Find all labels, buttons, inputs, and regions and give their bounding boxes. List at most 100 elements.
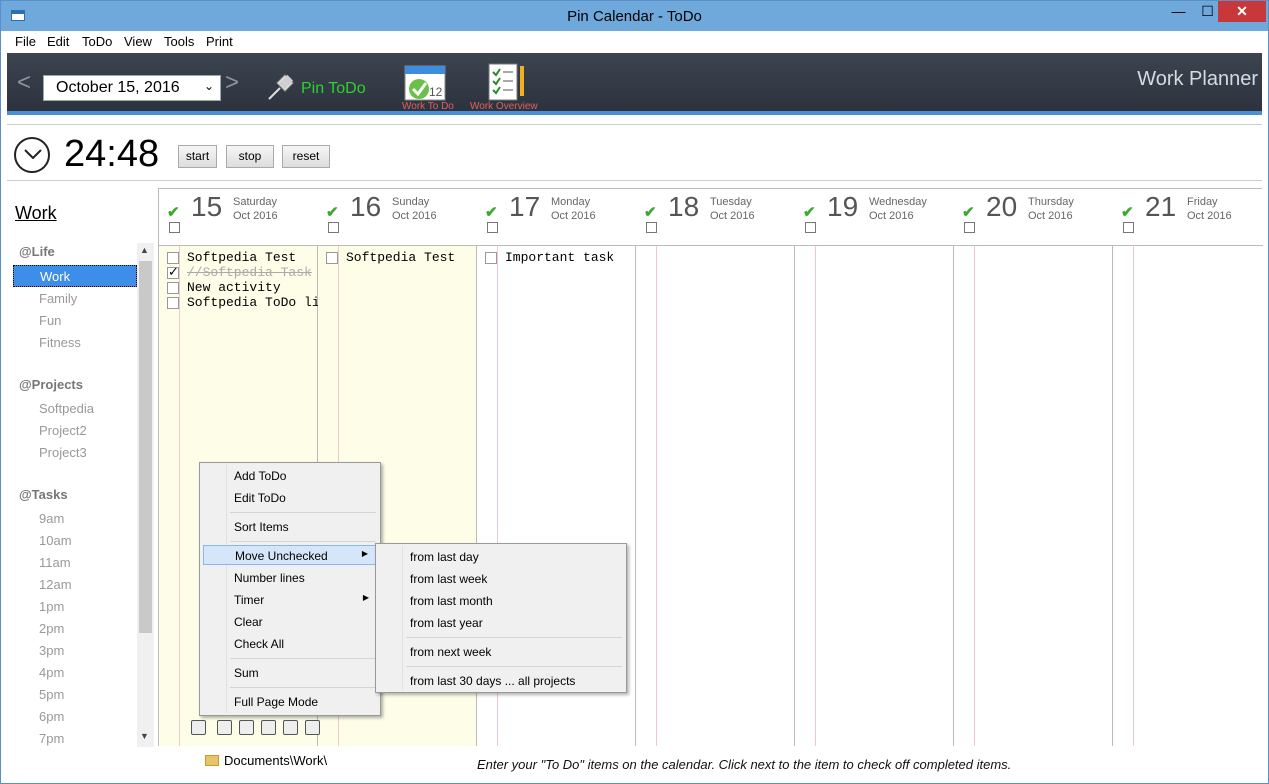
mail-icon[interactable]	[283, 720, 298, 735]
sidebar-item-7pm[interactable]: 7pm	[39, 731, 64, 746]
check-all-icon[interactable]: ✔	[326, 203, 339, 221]
sidebar-item-3pm[interactable]: 3pm	[39, 643, 64, 658]
footer-hint: Enter your "To Do" items on the calendar…	[477, 757, 1012, 772]
next-date-button[interactable]: >	[225, 71, 239, 95]
prev-date-button[interactable]: <	[17, 71, 31, 95]
submenu-from-last-week[interactable]: from last week	[379, 569, 623, 589]
check-all-icon[interactable]: ✔	[644, 203, 657, 221]
day-column-18[interactable]	[636, 246, 795, 746]
menu-tools[interactable]: Tools	[164, 34, 194, 49]
print-icon[interactable]	[305, 720, 320, 735]
sidebar-item-softpedia[interactable]: Softpedia	[39, 401, 94, 416]
sidebar-item-6pm[interactable]: 6pm	[39, 709, 64, 724]
todo-text[interactable]: Softpedia Test	[187, 250, 296, 265]
submenu-from-next-week[interactable]: from next week	[379, 642, 623, 662]
work-todo-label[interactable]: Work To Do	[402, 101, 454, 112]
timer-stop-button[interactable]: stop	[226, 145, 274, 168]
day-checkbox[interactable]	[487, 222, 498, 233]
sidebar-item-1pm[interactable]: 1pm	[39, 599, 64, 614]
page-icon[interactable]	[261, 720, 276, 735]
todo-text[interactable]: New activity	[187, 280, 281, 295]
submenu-from-last-month[interactable]: from last month	[379, 591, 623, 611]
sidebar-item-work[interactable]: Work	[13, 265, 137, 287]
day-column-21[interactable]	[1113, 246, 1269, 746]
sidebar-item-family[interactable]: Family	[39, 291, 77, 306]
todo-checkbox[interactable]	[167, 282, 179, 294]
tools-icon[interactable]	[191, 720, 206, 735]
sidebar-item-9am[interactable]: 9am	[39, 511, 64, 526]
pin-todo-label[interactable]: Pin ToDo	[301, 80, 366, 98]
work-todo-icon[interactable]: 12	[403, 62, 447, 102]
todo-text[interactable]: Important task	[505, 250, 614, 265]
menu-todo[interactable]: ToDo	[82, 34, 112, 49]
date-select[interactable]: October 15, 2016 ⌄	[43, 75, 221, 101]
todo-text[interactable]: Softpedia Test	[346, 250, 455, 265]
submenu-from-last-day[interactable]: from last day	[379, 547, 623, 567]
day-checkbox[interactable]	[328, 222, 339, 233]
day-checkbox[interactable]	[964, 222, 975, 233]
context-menu: Add ToDo Edit ToDo Sort Items Move Unche…	[199, 462, 381, 716]
day-checkbox[interactable]	[1123, 222, 1134, 233]
sidebar-item-12am[interactable]: 12am	[39, 577, 72, 592]
scrollbar-thumb[interactable]	[139, 261, 152, 633]
todo-checkbox[interactable]	[167, 252, 179, 264]
menu-clear[interactable]: Clear	[203, 612, 377, 632]
timer-reset-button[interactable]: reset	[282, 145, 330, 168]
scroll-down-icon[interactable]: ▼	[140, 731, 149, 741]
menu-timer[interactable]: Timer ▶	[203, 590, 377, 610]
sidebar-item-fitness[interactable]: Fitness	[39, 335, 81, 350]
work-overview-icon[interactable]	[485, 62, 529, 102]
pushpin-icon[interactable]	[265, 71, 297, 103]
menu-print[interactable]: Print	[206, 34, 233, 49]
submenu-from-last-year[interactable]: from last year	[379, 613, 623, 633]
check-all-icon[interactable]: ✔	[803, 203, 816, 221]
day-checkbox[interactable]	[646, 222, 657, 233]
sidebar-item-10am[interactable]: 10am	[39, 533, 72, 548]
sidebar-item-11am[interactable]: 11am	[39, 555, 71, 570]
sidebar-item-4pm[interactable]: 4pm	[39, 665, 64, 680]
todo-checkbox[interactable]	[167, 265, 179, 280]
sidebar-item-2pm[interactable]: 2pm	[39, 621, 64, 636]
menu-file[interactable]: File	[15, 34, 36, 49]
day-checkbox[interactable]	[169, 222, 180, 233]
check-all-icon[interactable]: ✔	[1121, 203, 1134, 221]
check-edit-icon[interactable]	[217, 720, 232, 735]
menu-sort-items[interactable]: Sort Items	[203, 517, 377, 537]
timer-start-button[interactable]: start	[178, 145, 217, 168]
copy-icon[interactable]	[239, 720, 254, 735]
todo-text[interactable]: //Softpedia Task	[187, 265, 312, 280]
menu-full-page-mode[interactable]: Full Page Mode	[203, 692, 377, 712]
sidebar-title[interactable]: Work	[15, 203, 57, 224]
day-column-20[interactable]	[954, 246, 1113, 746]
menu-move-unchecked[interactable]: Move Unchecked ▶	[203, 545, 377, 565]
todo-checkbox[interactable]	[326, 252, 338, 264]
menu-sum[interactable]: Sum	[203, 663, 377, 683]
sidebar-scrollbar[interactable]: ▲ ▼	[137, 243, 154, 747]
sidebar-item-fun[interactable]: Fun	[39, 313, 61, 328]
menu-view[interactable]: View	[124, 34, 152, 49]
menu-add-todo[interactable]: Add ToDo	[203, 466, 377, 486]
menu-check-all[interactable]: Check All	[203, 634, 377, 654]
sidebar-item-project3[interactable]: Project3	[39, 445, 87, 460]
sidebar-item-5pm[interactable]: 5pm	[39, 687, 64, 702]
todo-text[interactable]: Softpedia ToDo list	[187, 295, 335, 310]
day-checkbox[interactable]	[805, 222, 816, 233]
check-all-icon[interactable]: ✔	[485, 203, 498, 221]
menu-number-lines[interactable]: Number lines	[203, 568, 377, 588]
minimize-button[interactable]: —	[1164, 1, 1193, 22]
menu-edit[interactable]: Edit	[47, 34, 69, 49]
sidebar-item-project2[interactable]: Project2	[39, 423, 87, 438]
todo-checkbox[interactable]	[485, 252, 497, 264]
collapse-chevron-icon[interactable]	[14, 137, 50, 173]
scroll-up-icon[interactable]: ▲	[140, 245, 149, 255]
check-all-icon[interactable]: ✔	[167, 203, 180, 221]
submenu-from-last-30-days[interactable]: from last 30 days ... all projects	[379, 671, 623, 691]
check-all-icon[interactable]: ✔	[962, 203, 975, 221]
todo-checkbox[interactable]	[167, 297, 179, 309]
day-column-19[interactable]	[795, 246, 954, 746]
close-button[interactable]: ✕	[1218, 1, 1266, 22]
work-overview-label[interactable]: Work Overview	[470, 101, 538, 112]
menu-edit-todo[interactable]: Edit ToDo	[203, 488, 377, 508]
day-name: Sunday	[392, 196, 430, 208]
day-month: Oct 2016	[1187, 210, 1232, 222]
